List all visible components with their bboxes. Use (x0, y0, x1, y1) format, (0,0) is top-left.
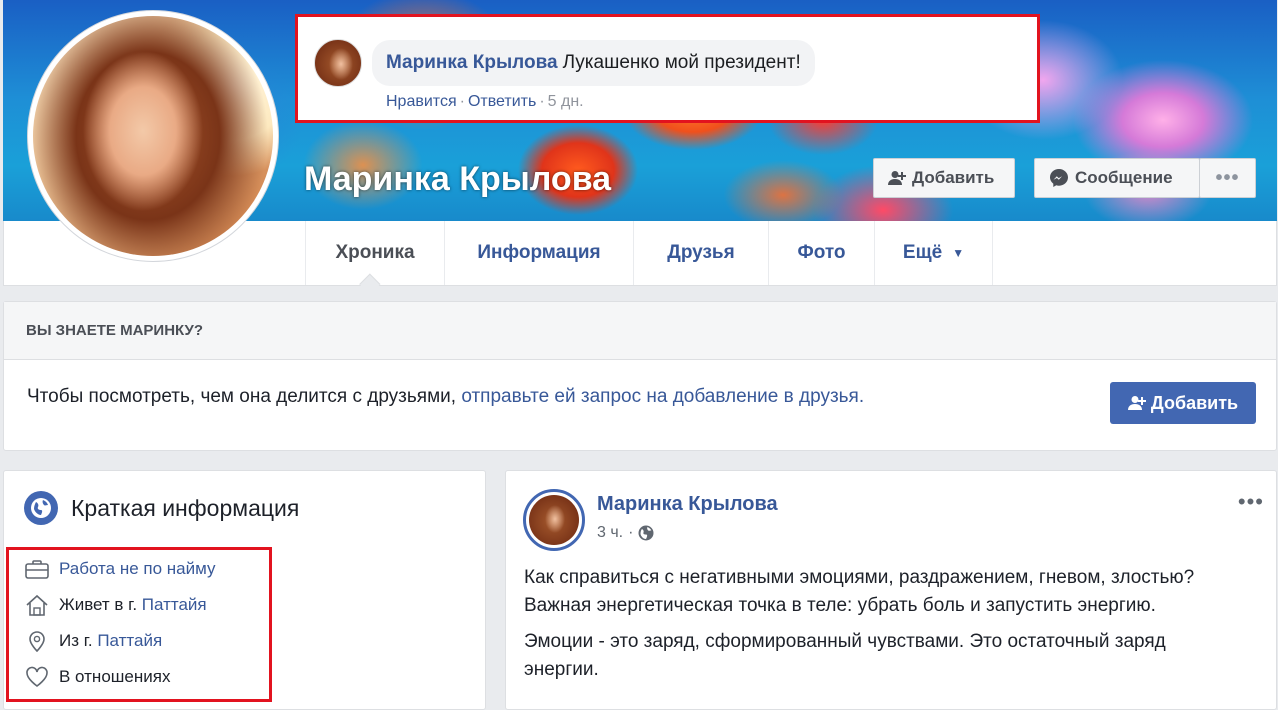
add-friend-icon (888, 171, 906, 185)
globe-privacy-icon[interactable] (638, 525, 654, 541)
post-options-button[interactable]: ••• (1238, 489, 1264, 515)
know-text: Чтобы посмотреть, чем она делится с друз… (27, 386, 864, 408)
post-card: Маринка Крылова 3 ч. · ••• Как справиться… (505, 470, 1277, 710)
profile-name: Маринка Крылова (304, 160, 612, 198)
tab-friends[interactable]: Друзья (633, 221, 768, 285)
work-link[interactable]: Работа не по найму (59, 559, 216, 579)
lives-prefix: Живет в г. (59, 595, 138, 614)
separator: · (459, 93, 465, 110)
intro-item-from: Из г. Паттайя (25, 627, 162, 655)
know-heading: ВЫ ЗНАЕТЕ МАРИНКУ? (4, 302, 1276, 360)
tab-label: Фото (797, 242, 846, 263)
add-friend-icon (1127, 396, 1146, 410)
tab-more[interactable]: Ещё ▼ (874, 221, 993, 285)
intro-item-lives: Живет в г. Паттайя (25, 591, 207, 619)
post-meta: 3 ч. · (597, 524, 654, 542)
separator: · (539, 93, 545, 110)
home-icon (26, 594, 48, 616)
intro-card: Краткая информация Работа не по найму Жи… (3, 470, 486, 710)
reply-link[interactable]: Ответить (468, 93, 536, 110)
comment-text: Лукашенко мой президент! (562, 52, 801, 73)
location-pin-icon (29, 631, 45, 652)
know-card: ВЫ ЗНАЕТЕ МАРИНКУ? Чтобы посмотреть, чем… (3, 301, 1277, 451)
tab-label: Ещё (902, 242, 943, 263)
more-options-button[interactable]: ••• (1199, 158, 1256, 198)
intro-item-work: Работа не по найму (25, 555, 216, 583)
lives-city-link[interactable]: Паттайя (142, 595, 207, 615)
tab-timeline[interactable]: Хроника (305, 221, 444, 285)
post-time[interactable]: 3 ч. (597, 524, 623, 542)
heart-icon (26, 666, 48, 687)
caret-down-icon: ▼ (952, 246, 965, 260)
message-button[interactable]: Сообщение (1034, 158, 1200, 198)
comment-bubble: Маринка Крылова Лукашенко мой президент! (372, 40, 815, 86)
friend-request-link[interactable]: отправьте ей запрос на добавление в друз… (461, 386, 864, 407)
relationship-text: В отношениях (59, 667, 171, 686)
tab-photos[interactable]: Фото (768, 221, 874, 285)
add-friend-button[interactable]: Добавить (873, 158, 1015, 198)
separator: · (628, 524, 634, 541)
intro-item-relationship: В отношениях (25, 663, 170, 691)
intro-title: Краткая информация (24, 491, 299, 525)
tab-label: Информация (477, 242, 601, 263)
tab-label: Друзья (667, 242, 735, 263)
post-author[interactable]: Маринка Крылова (597, 493, 778, 516)
like-link[interactable]: Нравится (386, 93, 457, 110)
globe-icon (24, 491, 58, 525)
add-friend-label: Добавить (1150, 392, 1239, 413)
profile-picture[interactable] (27, 10, 279, 262)
comment-time[interactable]: 5 дн. (548, 93, 584, 110)
from-prefix: Из г. (59, 631, 93, 650)
comment-author[interactable]: Маринка Крылова (386, 52, 558, 74)
add-friend-label: Добавить (912, 168, 995, 187)
briefcase-icon (25, 560, 49, 579)
intro-title-text: Краткая информация (71, 494, 300, 521)
tab-label: Хроника (335, 242, 415, 263)
comment-avatar[interactable] (314, 39, 362, 87)
know-text-plain: Чтобы посмотреть, чем она делится с друз… (27, 386, 457, 407)
post-avatar[interactable] (523, 489, 585, 551)
highlighted-comment: Маринка Крылова Лукашенко мой президент!… (295, 14, 1040, 123)
intro-list-highlight: Работа не по найму Живет в г. Паттайя Из… (6, 547, 272, 702)
comment-actions: Нравится · Ответить · 5 дн. (386, 93, 584, 111)
message-label: Сообщение (1075, 168, 1173, 187)
messenger-icon (1050, 169, 1068, 187)
avatar-photo (529, 495, 579, 545)
post-body: Как справиться с негативными эмоциями, р… (524, 564, 1224, 692)
tab-about[interactable]: Информация (444, 221, 633, 285)
add-friend-button-secondary[interactable]: Добавить (1110, 382, 1256, 424)
post-paragraph: Эмоции - это заряд, сформированный чувст… (524, 631, 1166, 680)
profile-photo (33, 16, 273, 256)
post-paragraph: Как справиться с негативными эмоциями, р… (524, 567, 1195, 616)
from-city-link[interactable]: Паттайя (97, 631, 162, 651)
